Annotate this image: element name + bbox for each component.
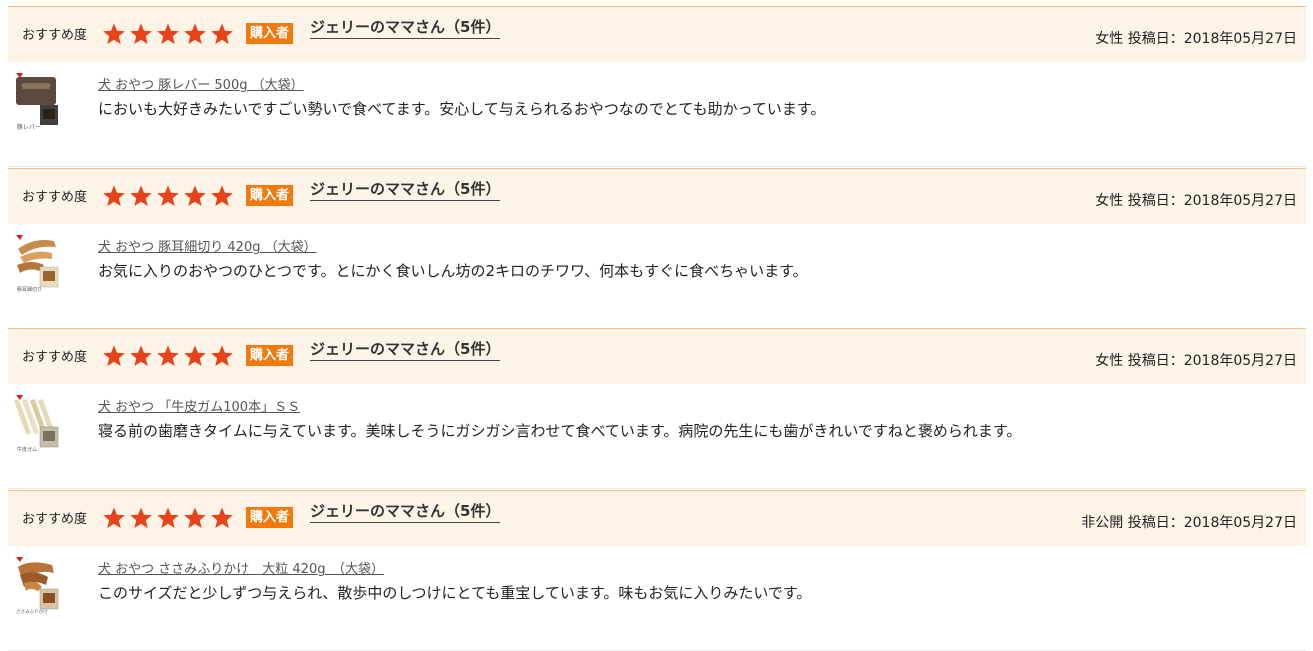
- recommendation-label: おすすめ度: [22, 28, 88, 43]
- star-icon: [103, 345, 125, 366]
- star-icon: [157, 345, 179, 366]
- product-link[interactable]: 犬 おやつ 「牛皮ガム100本」ＳＳ: [98, 396, 300, 415]
- review-comment: においも大好きみたいですごい勢いで食べてます。安心して与えられるおやつなのでとて…: [98, 100, 826, 118]
- recommendation-label: おすすめ度: [22, 190, 88, 205]
- star-rating: [102, 184, 234, 208]
- product-image: 豚レバー: [14, 69, 62, 135]
- recommendation-label: おすすめ度: [22, 350, 88, 365]
- review-comment: 寝る前の歯磨きタイムに与えています。美味しそうにガシガシ言わせて食べています。病…: [98, 422, 1022, 440]
- reviewer-gender: 女性: [1095, 31, 1124, 47]
- reviewer-name-link[interactable]: ジェリーのママさん（5件）: [310, 338, 501, 361]
- product-link[interactable]: 犬 おやつ 豚耳細切り 420g （大袋）: [98, 236, 317, 255]
- review-divider: [8, 488, 1306, 489]
- star-icon: [130, 345, 152, 366]
- star-icon: [184, 23, 206, 44]
- star-icon: [184, 345, 206, 366]
- star-rating: [102, 22, 234, 46]
- star-icon: [211, 345, 233, 366]
- star-icon: [103, 185, 125, 206]
- post-date: 投稿日：2018年05月27日: [1127, 31, 1297, 47]
- product-thumbnail[interactable]: 豚レバー: [14, 69, 62, 135]
- product-image: ささみふりかけ: [14, 553, 62, 619]
- reviewer-gender: 非公開: [1081, 515, 1124, 531]
- post-date: 投稿日：2018年05月27日: [1127, 193, 1297, 209]
- recommendation-label: おすすめ度: [22, 512, 88, 527]
- review-divider: [8, 166, 1306, 167]
- reviewer-name-link[interactable]: ジェリーのママさん（5件）: [310, 16, 501, 39]
- star-icon: [184, 507, 206, 528]
- star-icon: [211, 23, 233, 44]
- review-comment: お気に入りのおやつのひとつです。とにかく食いしん坊の2キロのチワワ、何本もすぐに…: [98, 262, 808, 280]
- product-thumbnail[interactable]: 豚耳細切り: [14, 231, 62, 297]
- star-icon: [157, 185, 179, 206]
- review-header: おすすめ度 購入者 ジェリーのママさん（5件） 女性 投稿日：2018年05月2…: [8, 168, 1306, 224]
- reviewer-gender: 女性: [1095, 353, 1124, 369]
- review-list: おすすめ度 購入者 ジェリーのママさん（5件） 女性 投稿日：2018年05月2…: [0, 0, 1313, 651]
- star-icon: [103, 507, 125, 528]
- review-header: おすすめ度 購入者 ジェリーのママさん（5件） 非公開 投稿日：2018年05月…: [8, 490, 1306, 546]
- reviewer-name-link[interactable]: ジェリーのママさん（5件）: [310, 500, 501, 523]
- product-link[interactable]: 犬 おやつ ささみふりかけ 大粒 420g （大袋）: [98, 558, 384, 577]
- star-icon: [211, 507, 233, 528]
- star-icon: [211, 185, 233, 206]
- buyer-badge: 購入者: [246, 23, 294, 44]
- star-icon: [103, 23, 125, 44]
- star-icon: [184, 185, 206, 206]
- review-header: おすすめ度 購入者 ジェリーのママさん（5件） 女性 投稿日：2018年05月2…: [8, 328, 1306, 384]
- buyer-badge: 購入者: [246, 345, 294, 366]
- review-header: おすすめ度 購入者 ジェリーのママさん（5件） 女性 投稿日：2018年05月2…: [8, 6, 1306, 62]
- review-meta: 女性 投稿日：2018年05月27日: [1095, 28, 1297, 48]
- review-comment: このサイズだと少しずつ与えられ、散歩中のしつけにとても重宝しています。味もお気に…: [98, 584, 812, 602]
- review-meta: 非公開 投稿日：2018年05月27日: [1081, 512, 1297, 532]
- product-thumbnail[interactable]: ささみふりかけ: [14, 553, 62, 619]
- buyer-badge: 購入者: [246, 507, 294, 528]
- product-image-label: ささみふりかけ: [16, 608, 48, 615]
- product-image-label: 豚レバー: [17, 124, 41, 131]
- review-meta: 女性 投稿日：2018年05月27日: [1095, 190, 1297, 210]
- product-image: 牛皮ガム: [14, 391, 62, 457]
- reviewer-gender: 女性: [1095, 193, 1124, 209]
- product-image: 豚耳細切り: [14, 231, 62, 297]
- star-icon: [130, 185, 152, 206]
- buyer-badge: 購入者: [246, 185, 294, 206]
- post-date: 投稿日：2018年05月27日: [1127, 353, 1297, 369]
- star-rating: [102, 344, 234, 368]
- review-meta: 女性 投稿日：2018年05月27日: [1095, 350, 1297, 370]
- product-thumbnail[interactable]: 牛皮ガム: [14, 391, 62, 457]
- reviewer-name-link[interactable]: ジェリーのママさん（5件）: [310, 178, 501, 201]
- star-icon: [157, 507, 179, 528]
- product-image-label: 豚耳細切り: [17, 286, 42, 293]
- star-icon: [130, 507, 152, 528]
- post-date: 投稿日：2018年05月27日: [1127, 515, 1297, 531]
- product-link[interactable]: 犬 おやつ 豚レバー 500g （大袋）: [98, 74, 304, 93]
- star-icon: [157, 23, 179, 44]
- star-rating: [102, 506, 234, 530]
- product-image-label: 牛皮ガム: [17, 446, 37, 453]
- star-icon: [130, 23, 152, 44]
